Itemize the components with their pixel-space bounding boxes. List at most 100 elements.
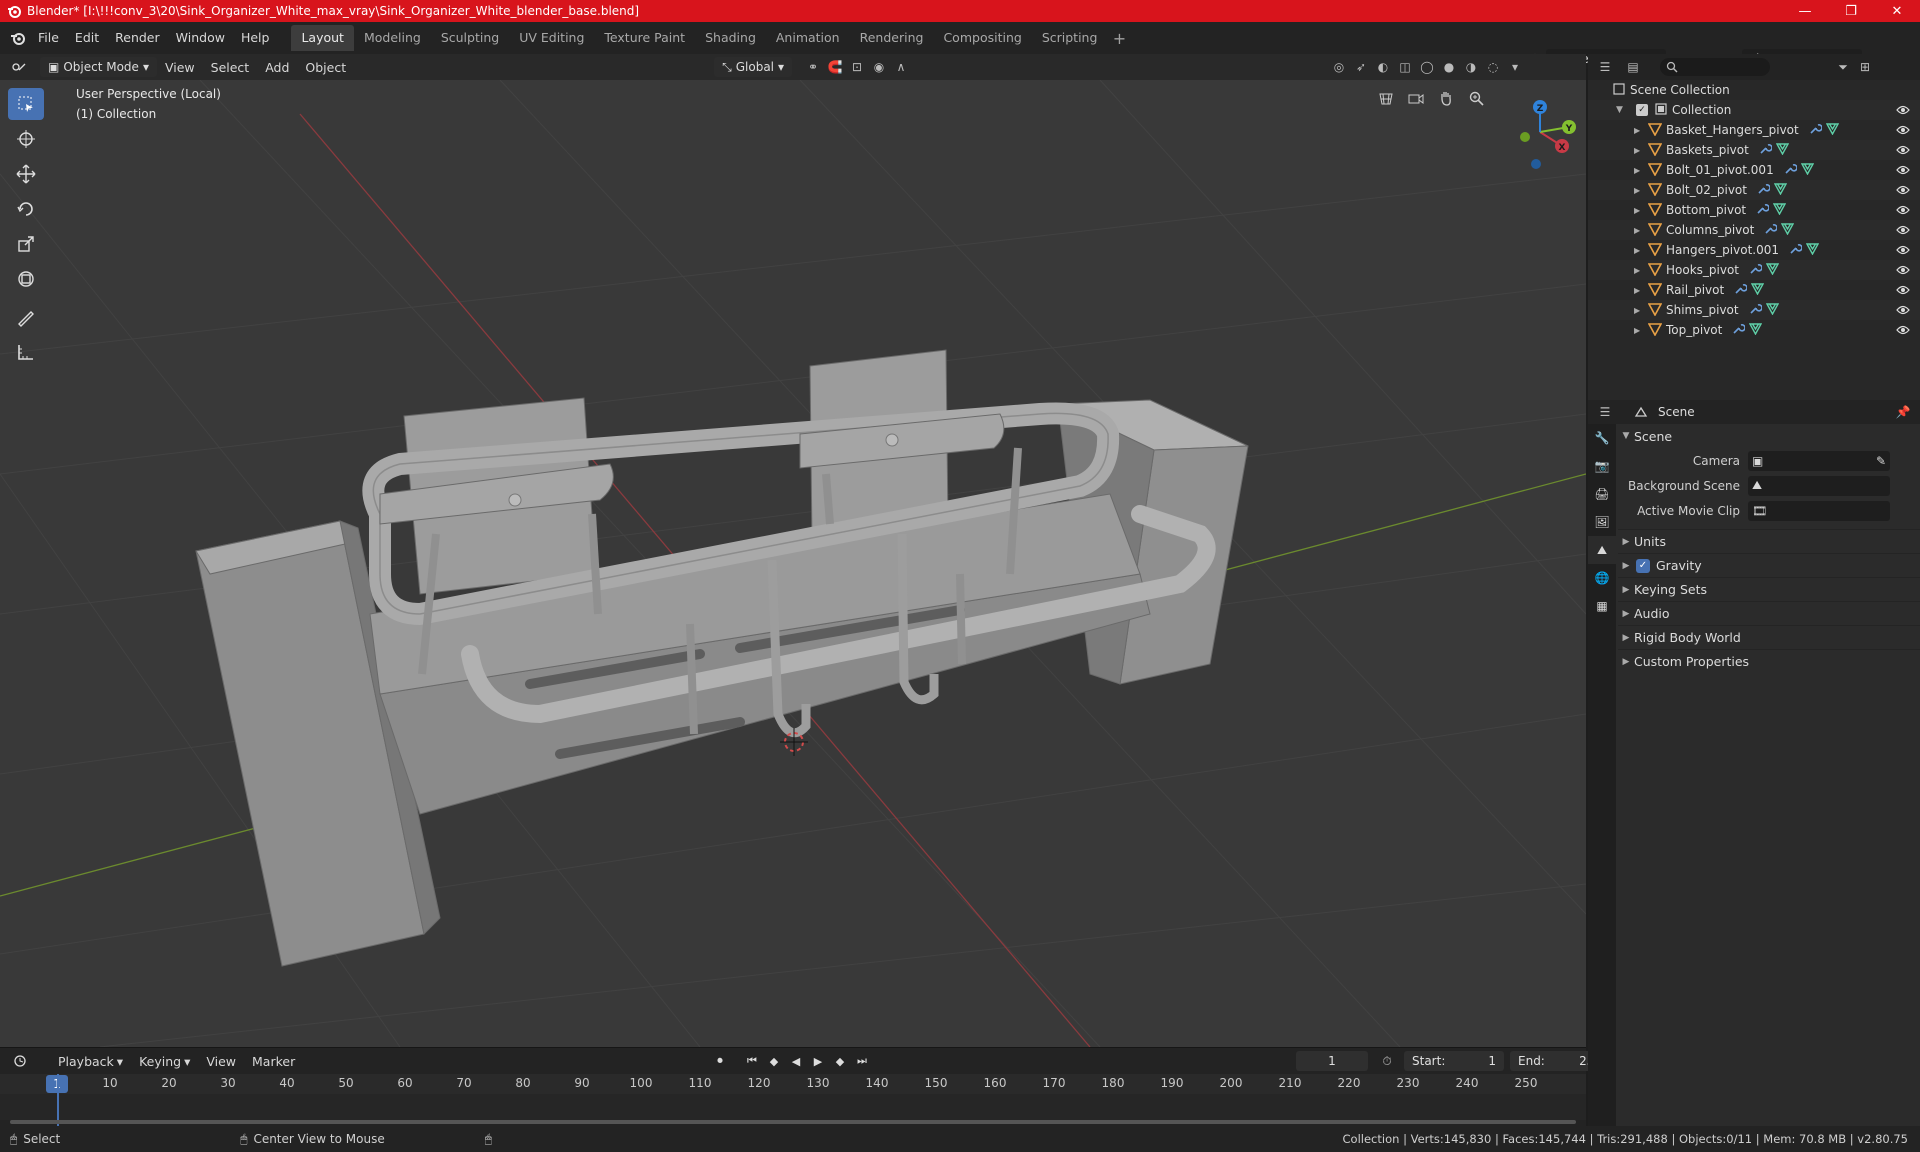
units-panel-header[interactable]: ▶ Units [1618, 529, 1920, 553]
mesh-data-icon[interactable] [1765, 262, 1780, 278]
tab-sculpting[interactable]: Sculpting [431, 25, 509, 51]
eye-icon[interactable] [1896, 144, 1910, 159]
transform-orientation-dropdown[interactable]: ⤡ Global ▾ [714, 57, 793, 77]
gravity-panel-header[interactable]: ▶ ✓ Gravity [1618, 553, 1920, 577]
mesh-data-icon[interactable] [1805, 242, 1820, 258]
menu-edit[interactable]: Edit [67, 26, 107, 50]
xray-toggle-icon[interactable]: ◫ [1394, 57, 1416, 77]
active-movie-clip-field[interactable]: 🎞 [1748, 500, 1890, 521]
eye-icon[interactable] [1896, 204, 1910, 219]
mesh-data-icon[interactable] [1775, 142, 1789, 158]
tool-properties-tab-icon[interactable]: 🔧 [1588, 424, 1616, 452]
transform-tool[interactable] [8, 263, 44, 295]
3d-viewport[interactable]: ▣ Object Mode ▾ View Select Add Object ⤡… [0, 54, 1586, 1047]
outliner-search-input[interactable] [1660, 58, 1770, 76]
expand-arrow-icon[interactable]: ▶ [1634, 266, 1646, 275]
custom-properties-panel-header[interactable]: ▶ Custom Properties [1618, 649, 1920, 673]
axis-gizmo[interactable]: X Y Z [1490, 84, 1586, 180]
maximize-button[interactable]: ❐ [1828, 0, 1874, 22]
pan-hand-icon[interactable] [1432, 84, 1460, 112]
timeline-menu-marker[interactable]: Marker [244, 1054, 303, 1069]
frame-ruler[interactable]: 1 10 20 30 40 50 60 70 80 90 100 110 120… [0, 1074, 1586, 1094]
expand-arrow-icon[interactable]: ▶ [1634, 306, 1646, 315]
jump-start-icon[interactable]: ⏮ [742, 1051, 762, 1071]
outliner-collection[interactable]: ▼ ✓ Collection [1588, 100, 1920, 120]
background-scene-field[interactable]: ⛰ [1748, 475, 1890, 496]
neg-z-axis-handle[interactable] [1531, 159, 1541, 169]
snap-icon[interactable]: 🧲 [824, 57, 846, 77]
collapse-arrow-icon[interactable]: ▼ [1616, 105, 1630, 115]
timeline-menu-view[interactable]: View [198, 1054, 244, 1069]
add-workspace-button[interactable]: + [1107, 29, 1131, 48]
expand-arrow-icon[interactable]: ▶ [1634, 246, 1646, 255]
tab-compositing[interactable]: Compositing [933, 25, 1031, 51]
overlay-toggle-icon[interactable]: ◐ [1372, 57, 1394, 77]
properties-editor-type-icon[interactable]: ☰ [1594, 402, 1616, 422]
outliner-object-row[interactable]: ▶ Top_pivot [1588, 320, 1920, 340]
tab-modeling[interactable]: Modeling [354, 25, 431, 51]
keying-sets-panel-header[interactable]: ▶ Keying Sets [1618, 577, 1920, 601]
current-frame-field[interactable]: 1 [1296, 1051, 1368, 1071]
outliner-object-row[interactable]: ▶ Rail_pivot [1588, 280, 1920, 300]
falloff-icon[interactable]: ∧ [890, 57, 912, 77]
expand-arrow-icon[interactable]: ▶ [1634, 126, 1646, 135]
timeline-editor-type-icon[interactable] [10, 1051, 32, 1071]
move-tool[interactable] [8, 158, 44, 190]
annotate-tool[interactable] [8, 301, 44, 333]
outliner-object-row[interactable]: ▶ Baskets_pivot [1588, 140, 1920, 160]
mesh-data-icon[interactable] [1800, 162, 1814, 178]
mesh-data-icon[interactable] [1751, 282, 1765, 298]
mode-dropdown[interactable]: ▣ Object Mode ▾ [40, 57, 157, 77]
expand-arrow-icon[interactable]: ▶ [1634, 226, 1646, 235]
neg-y-axis-handle[interactable] [1520, 132, 1530, 142]
expand-arrow-icon[interactable]: ▶ [1634, 186, 1646, 195]
editor-type-icon[interactable] [8, 57, 30, 77]
camera-view-icon[interactable] [1402, 84, 1430, 112]
tab-rendering[interactable]: Rendering [850, 25, 934, 51]
timeline-menu-keying[interactable]: Keying ▾ [131, 1054, 198, 1069]
viewport-menu-object[interactable]: Object [297, 60, 354, 75]
exclude-checkbox[interactable]: ✓ [1636, 104, 1648, 116]
tab-shading[interactable]: Shading [695, 25, 766, 51]
eye-icon[interactable] [1896, 284, 1910, 299]
rigid-body-world-panel-header[interactable]: ▶ Rigid Body World [1618, 625, 1920, 649]
mesh-data-icon[interactable] [1825, 122, 1839, 138]
wrench-icon[interactable] [1756, 202, 1770, 218]
viewport-menu-view[interactable]: View [157, 60, 203, 75]
outliner-scene-collection[interactable]: Scene Collection [1588, 80, 1920, 100]
mesh-data-icon[interactable] [1773, 182, 1788, 198]
eyedropper-icon[interactable]: ✎ [1876, 454, 1886, 468]
rendered-shading-icon[interactable]: ◌ [1482, 57, 1504, 77]
wrench-icon[interactable] [1757, 182, 1771, 198]
menu-file[interactable]: File [30, 26, 67, 50]
eye-icon[interactable] [1896, 304, 1910, 319]
wrench-icon[interactable] [1789, 242, 1803, 258]
timeline-scrollbar[interactable] [10, 1120, 1576, 1124]
outliner-object-row[interactable]: ▶ Shims_pivot [1588, 300, 1920, 320]
view-layer-tab-icon[interactable]: 🖼 [1588, 508, 1616, 536]
texture-properties-tab-icon[interactable]: ▦ [1588, 592, 1616, 620]
mesh-data-icon[interactable] [1772, 202, 1787, 218]
play-icon[interactable]: ▶ [808, 1051, 828, 1071]
menu-help[interactable]: Help [233, 26, 278, 50]
eye-icon[interactable] [1896, 324, 1910, 339]
eye-icon[interactable] [1896, 124, 1910, 139]
wrench-icon[interactable] [1809, 122, 1823, 138]
outliner-editor-type-icon[interactable]: ☰ [1594, 57, 1616, 77]
jump-keyframe-forward-icon[interactable]: ◆ [830, 1051, 850, 1071]
solid-shading-icon[interactable]: ● [1438, 57, 1460, 77]
shading-options-icon[interactable]: ▾ [1504, 57, 1526, 77]
expand-arrow-icon[interactable]: ▶ [1634, 166, 1646, 175]
menu-window[interactable]: Window [168, 26, 233, 50]
eye-icon[interactable] [1896, 164, 1910, 179]
scene-panel-header[interactable]: ▼ Scene [1618, 424, 1920, 448]
outliner-object-row[interactable]: ▶ Hangers_pivot.001 [1588, 240, 1920, 260]
minimize-button[interactable]: — [1782, 0, 1828, 22]
play-reverse-icon[interactable]: ◀ [786, 1051, 806, 1071]
display-mode-icon[interactable]: ▤ [1622, 57, 1644, 77]
eye-icon[interactable] [1896, 264, 1910, 279]
wireframe-shading-icon[interactable]: ◯ [1416, 57, 1438, 77]
eye-icon[interactable] [1896, 224, 1910, 239]
world-properties-tab-icon[interactable]: 🌐 [1588, 564, 1616, 592]
preview-range-icon[interactable]: ⏱ [1376, 1051, 1398, 1071]
